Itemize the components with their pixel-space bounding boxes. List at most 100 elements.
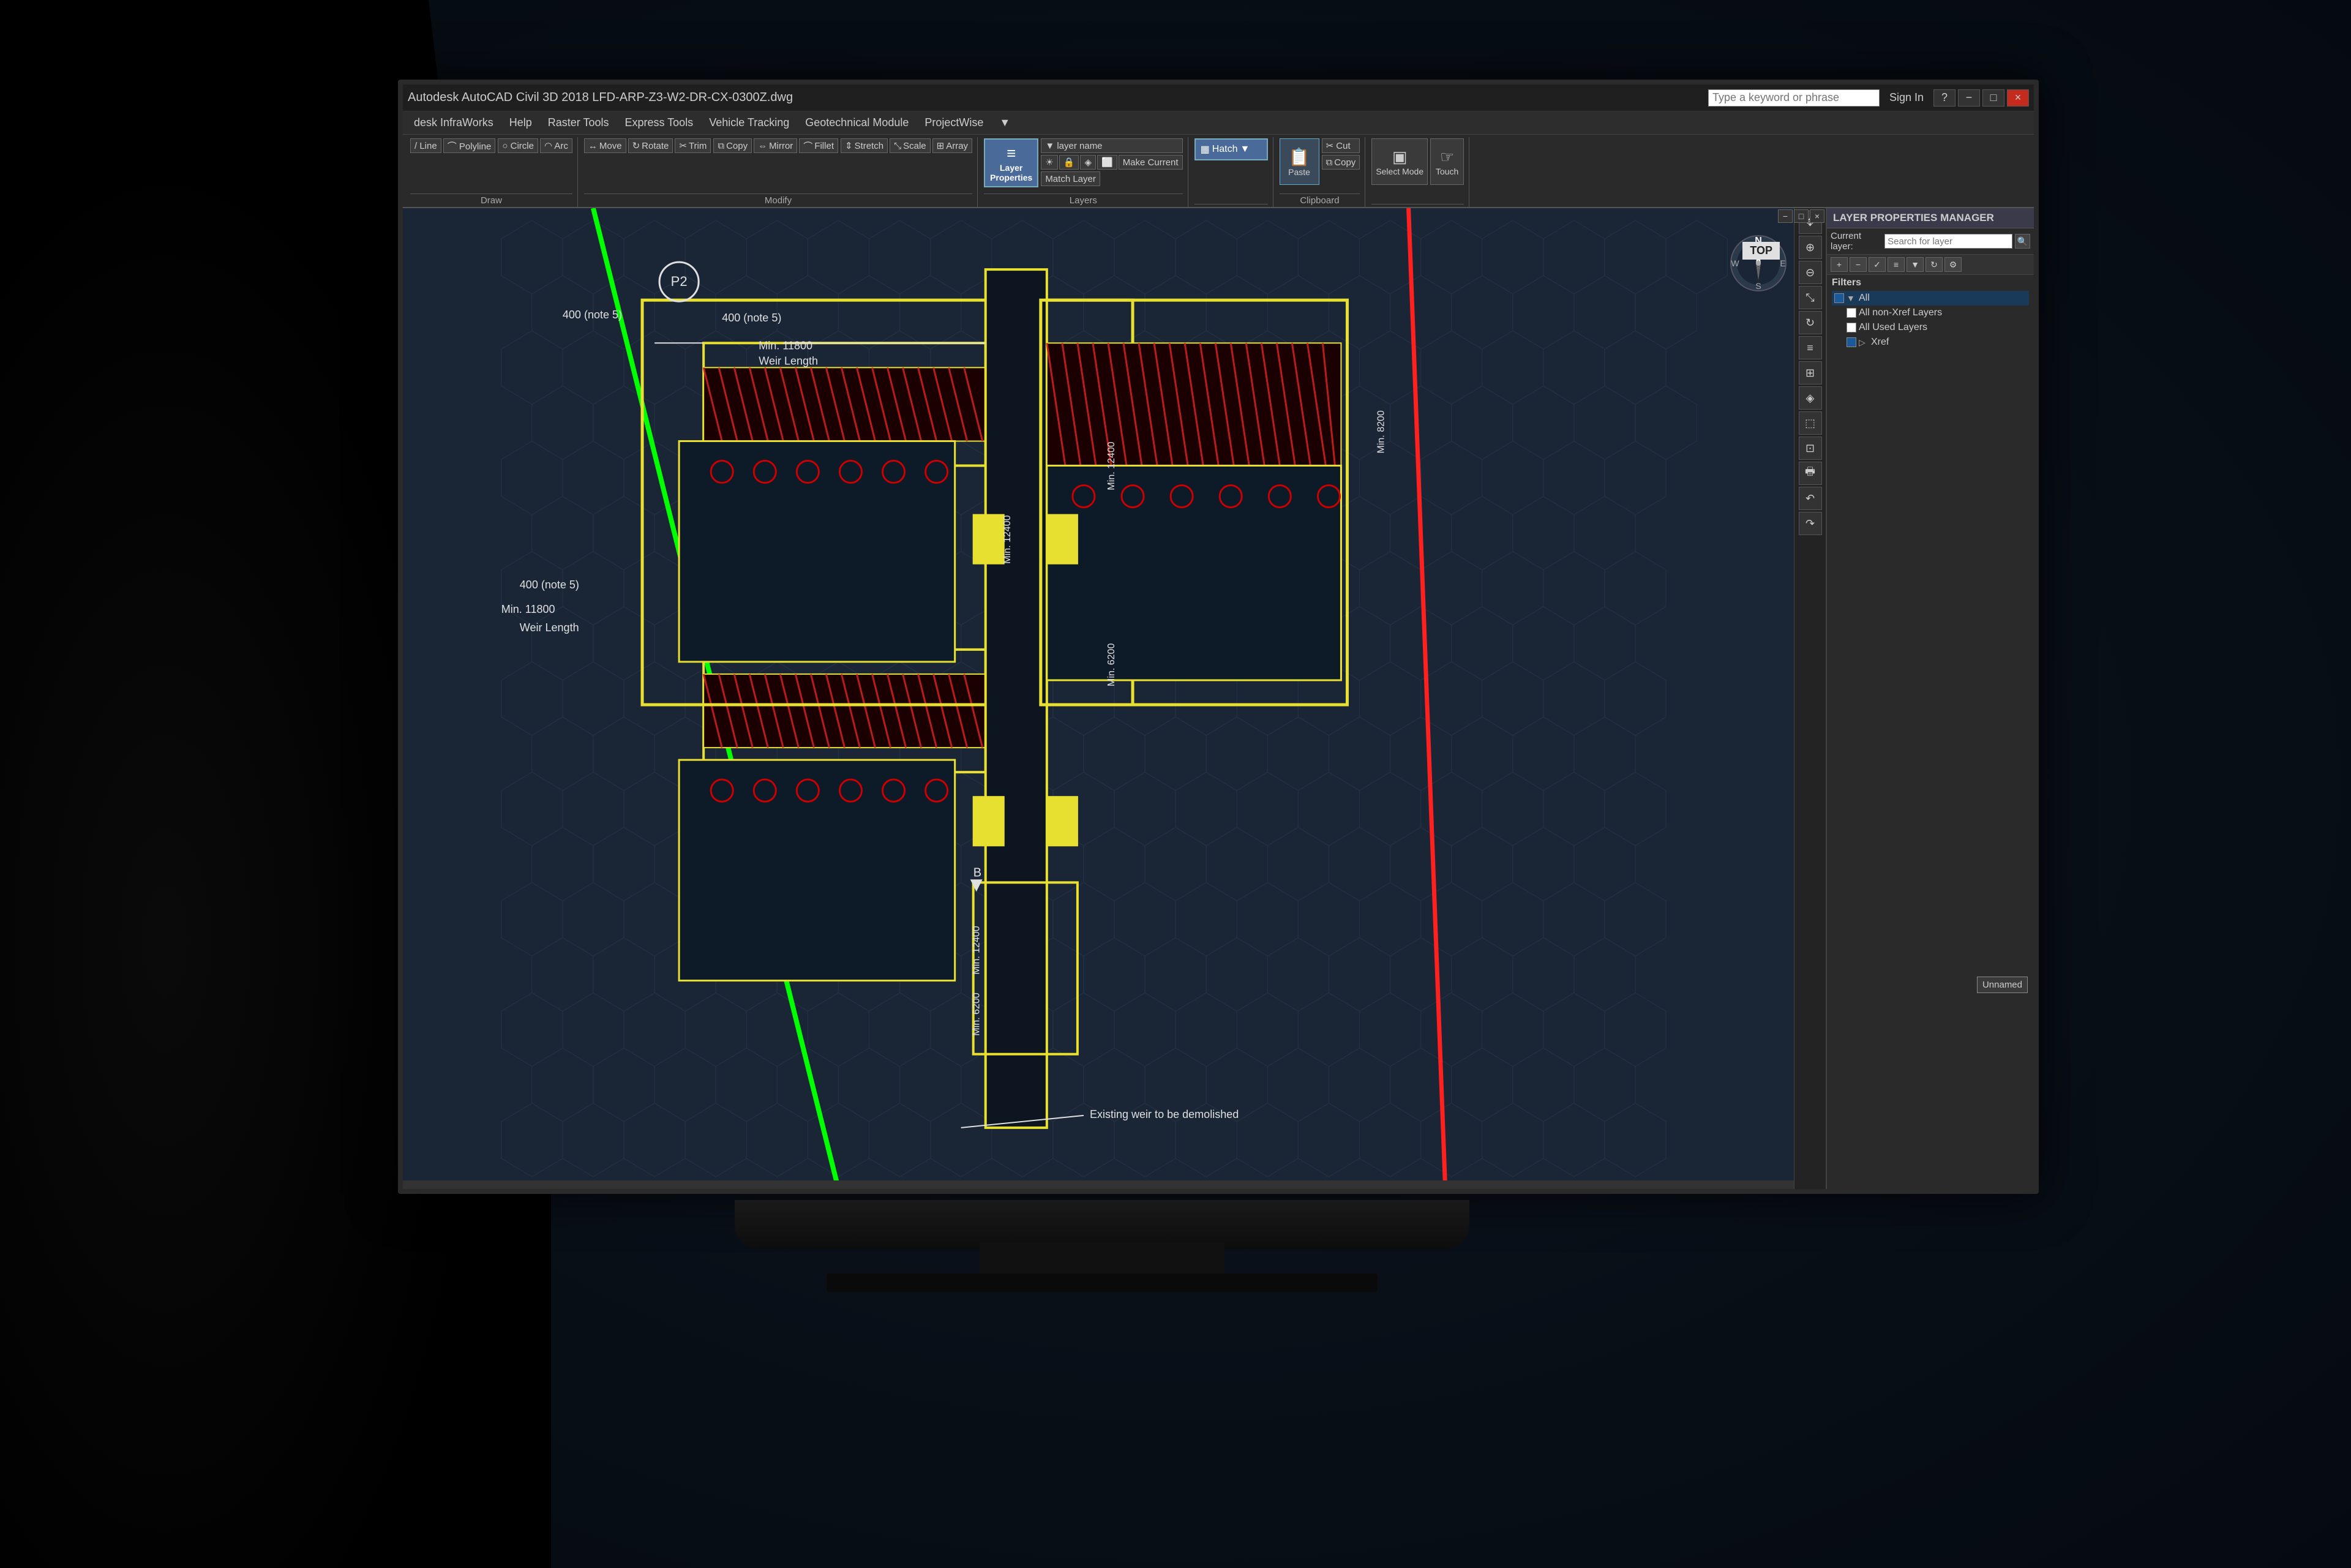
svg-text:400 (note 5): 400 (note 5) [563, 309, 622, 321]
sign-in-button[interactable]: Sign In [1884, 91, 1929, 104]
canvas-window-controls: − □ × [1778, 209, 1824, 223]
arc-button[interactable]: ◠ Arc [540, 138, 572, 153]
menu-infraworks[interactable]: desk InfraWorks [407, 114, 501, 132]
touch-button[interactable]: ☞ Touch [1430, 138, 1464, 185]
circle-button[interactable]: ○ Circle [498, 138, 538, 153]
layer-xref-checkbox[interactable] [1847, 337, 1856, 347]
copy-button[interactable]: ⧉ Copy [713, 138, 752, 153]
polyline-button[interactable]: ⌒ Polyline [443, 138, 496, 153]
minimize-button[interactable]: − [1958, 89, 1980, 107]
array-button[interactable]: ⊞ Array [932, 138, 972, 153]
window-controls: ? − □ × [1933, 89, 2029, 107]
menu-express-tools[interactable]: Express Tools [617, 114, 700, 132]
layer-icon-3[interactable]: ◈ [1080, 155, 1096, 170]
restore-button[interactable]: □ [1982, 89, 2004, 107]
layer-state-btn[interactable]: ≡ [1888, 257, 1905, 272]
mirror-button[interactable]: ⇔ Mirror [754, 138, 797, 153]
clipboard-group-content: 📋 Paste ✂ Cut ⧉ Copy [1280, 138, 1360, 193]
svg-text:Min. 6200: Min. 6200 [1106, 643, 1117, 686]
layer-filter-btn[interactable]: ▼ [1907, 257, 1924, 272]
layer-non-xref-item[interactable]: All non-Xref Layers [1832, 306, 2029, 320]
layer-panel-title: LAYER PROPERTIES MANAGER [1827, 208, 2034, 228]
tool-xref[interactable]: ⊡ [1799, 437, 1822, 460]
tool-snap[interactable]: ◈ [1799, 386, 1822, 410]
layers-group: ≡ LayerProperties ▼ layer name ☀ 🔒 ◈ ⬜ M… [979, 137, 1188, 207]
tool-plot[interactable]: 🖶 [1799, 462, 1822, 485]
cut-button[interactable]: ✂ Cut [1322, 138, 1360, 153]
new-layer-btn[interactable]: + [1831, 257, 1848, 272]
layer-all-item[interactable]: ▼ All [1832, 291, 2029, 306]
canvas-minimize-btn[interactable]: − [1778, 209, 1793, 223]
tool-redo[interactable]: ↷ [1799, 512, 1822, 535]
menu-raster-tools[interactable]: Raster Tools [541, 114, 617, 132]
svg-text:E: E [1780, 258, 1785, 268]
canvas-restore-btn[interactable]: □ [1794, 209, 1809, 223]
set-current-btn[interactable]: ✓ [1869, 257, 1886, 272]
menu-projectwise[interactable]: ProjectWise [917, 114, 991, 132]
layer-dropdown[interactable]: ▼ layer name [1041, 138, 1182, 153]
monitor-stand-base [827, 1274, 1378, 1292]
keyword-search-input[interactable] [1708, 89, 1880, 107]
layer-non-xref-checkbox[interactable] [1847, 308, 1856, 318]
svg-text:Min. 12400: Min. 12400 [1106, 441, 1117, 490]
tool-layer[interactable]: ⬚ [1799, 411, 1822, 435]
menu-geotechnical[interactable]: Geotechnical Module [798, 114, 916, 132]
line-button[interactable]: / Line [410, 138, 441, 153]
all-tree-arrow: ▼ [1847, 293, 1856, 303]
rotate-button[interactable]: ↻ Rotate [628, 138, 673, 153]
trim-button[interactable]: ✂ Trim [675, 138, 711, 153]
move-button[interactable]: ↔ Move [584, 138, 626, 153]
tool-measure[interactable]: ⊞ [1799, 361, 1822, 384]
layer-used-checkbox[interactable] [1847, 323, 1856, 332]
layers-label[interactable]: Layers [984, 193, 1183, 206]
draw-top-row: / Line ⌒ Polyline [410, 138, 495, 153]
layer-icon-1[interactable]: ☀ [1041, 155, 1057, 170]
cad-canvas[interactable]: − □ × N S W E TOP [403, 208, 1826, 1189]
delete-layer-btn[interactable]: − [1850, 257, 1867, 272]
horizontal-scrollbar[interactable] [403, 1180, 1817, 1189]
tool-zoom-in[interactable]: ⊕ [1799, 236, 1822, 259]
menu-more[interactable]: ▼ [992, 114, 1018, 132]
help-button[interactable]: ? [1933, 89, 1955, 107]
tool-undo[interactable]: ↶ [1799, 487, 1822, 510]
layer-xref-item[interactable]: ▷ Xref [1832, 335, 2029, 350]
hatch-group-content: ▦ Hatch ▼ [1194, 138, 1268, 204]
svg-text:Min. 12400: Min. 12400 [1002, 515, 1013, 563]
tool-properties[interactable]: ≡ [1799, 336, 1822, 359]
layer-properties-panel: LAYER PROPERTIES MANAGER Current layer: … [1826, 208, 2034, 1189]
select-label-spacer [1371, 204, 1464, 206]
menu-help[interactable]: Help [502, 114, 539, 132]
hatch-dropdown[interactable]: ▦ Hatch ▼ [1194, 138, 1268, 160]
refresh-btn[interactable]: ↻ [1925, 257, 1943, 272]
fillet-button[interactable]: ⌒ Fillet [799, 138, 838, 153]
tool-orbit[interactable]: ↻ [1799, 311, 1822, 334]
stretch-button[interactable]: ⇕ Stretch [841, 138, 888, 153]
layer-properties-button[interactable]: ≡ LayerProperties [984, 138, 1038, 187]
xref-tree-arrow: ▷ [1859, 337, 1869, 348]
canvas-close-btn[interactable]: × [1810, 209, 1824, 223]
tool-zoom-extent[interactable]: ⤡ [1799, 286, 1822, 309]
layer-non-xref-label: All non-Xref Layers [1859, 307, 1942, 318]
paste-button[interactable]: 📋 Paste [1280, 138, 1319, 185]
copy-clipboard-button[interactable]: ⧉ Copy [1322, 155, 1360, 170]
modify-label[interactable]: Modify [584, 193, 972, 206]
match-layer-button[interactable]: Match Layer [1041, 171, 1100, 186]
make-current-button[interactable]: Make Current [1119, 155, 1183, 170]
layer-icon-2[interactable]: 🔒 [1059, 155, 1079, 170]
layer-panel-toolbar: + − ✓ ≡ ▼ ↻ ⚙ [1827, 255, 2034, 275]
tool-zoom-out[interactable]: ⊖ [1799, 261, 1822, 284]
layer-all-checkbox[interactable] [1834, 293, 1844, 303]
scale-button[interactable]: ⤡ Scale [890, 138, 931, 153]
sidebar-tools-panel: ✥ ⊕ ⊖ ⤡ ↻ ≡ ⊞ ◈ ⬚ ⊡ 🖶 ↶ ↷ [1794, 208, 1826, 1189]
layer-used-item[interactable]: All Used Layers [1832, 320, 2029, 335]
layer-search-input[interactable] [1884, 234, 2012, 249]
select-mode-button[interactable]: ▣ Select Mode [1371, 138, 1428, 185]
draw-label[interactable]: Draw [410, 193, 572, 206]
layer-icon-4[interactable]: ⬜ [1097, 155, 1117, 170]
current-layer-label: Current layer: [1831, 231, 1880, 252]
settings-btn[interactable]: ⚙ [1944, 257, 1962, 272]
close-button[interactable]: × [2007, 89, 2029, 107]
layer-search-button[interactable]: 🔍 [2015, 234, 2030, 249]
menu-vehicle-tracking[interactable]: Vehicle Tracking [702, 114, 797, 132]
top-label: TOP [1742, 242, 1780, 260]
